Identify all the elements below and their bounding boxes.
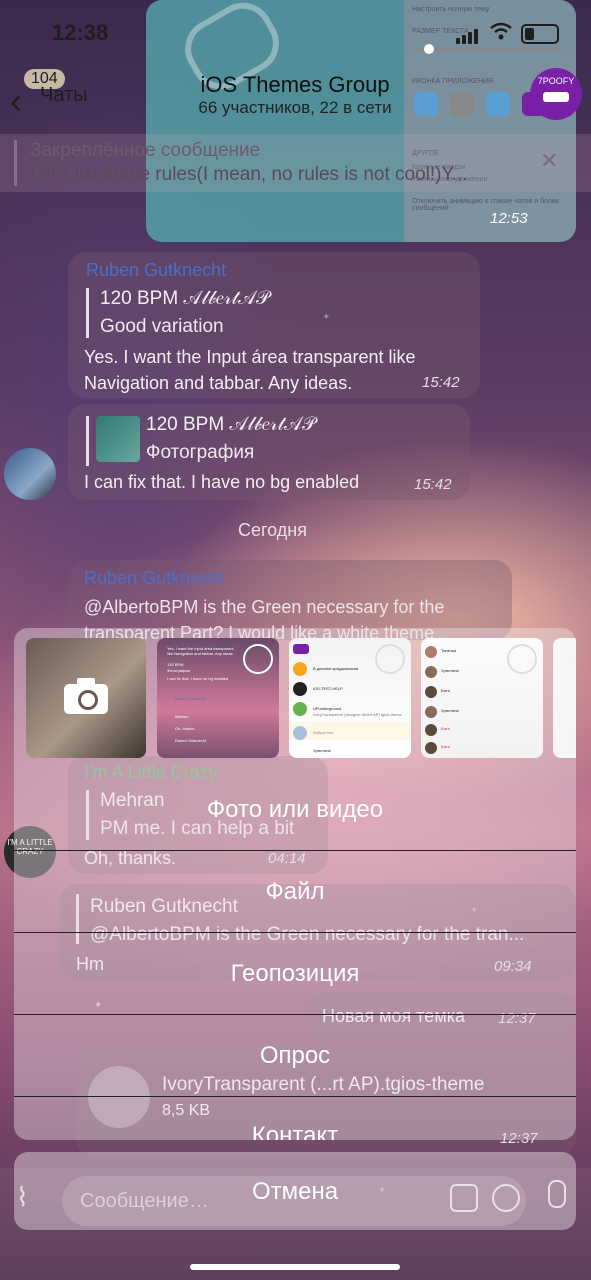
thumb-text: Ruben Gutknecht	[175, 738, 207, 743]
thumb-text: В десятке краудсмонков	[313, 666, 359, 671]
thumb-text: Христина	[441, 668, 459, 673]
back-button[interactable]: Чаты	[40, 84, 88, 107]
settings-line: Отключить анимацию в списке чатов и блок…	[412, 198, 559, 212]
thumb-avatar	[425, 706, 437, 718]
media-thumbnail[interactable]	[553, 638, 576, 758]
thumb-avatar	[293, 662, 307, 676]
chat-subtitle: 66 участников, 22 в сети	[198, 98, 392, 117]
thumb-text: Ruben Gutknecht	[175, 696, 207, 701]
chat-header: ‹ 104 Чаты iOS Themes Group 66 участнико…	[0, 64, 591, 134]
message-bubble[interactable]: Ruben Gutknecht 120 BPM 𝒜𝓁𝒷𝑒𝓇𝓉𝒜𝒫 Good va…	[68, 252, 480, 398]
pinned-message[interactable]: Закреплённое сообщение Let’s list some r…	[0, 134, 591, 192]
thumb-text: Батя	[441, 744, 450, 749]
message-text: Yes. I want the Input área transparent l…	[84, 347, 416, 393]
reply-bar	[86, 416, 89, 466]
media-thumbnail[interactable]: Тянечка Христина Батя Христина Батя Батя	[421, 638, 543, 758]
reply-title: 120 BPM 𝒜𝓁𝒷𝑒𝓇𝓉𝒜𝒫	[146, 414, 316, 435]
signal-icon	[456, 26, 480, 44]
media-thumbnail[interactable]: В десятке краудсмонков iOS-TEST-HELP UPu…	[289, 638, 411, 758]
select-circle[interactable]	[375, 644, 405, 674]
divider	[14, 850, 576, 851]
thumb-text: Oh, thanks.	[175, 726, 196, 731]
date-separator: Сегодня	[238, 520, 307, 540]
select-circle[interactable]	[507, 644, 537, 674]
thumb-text: IvoryTransparent (designer Albert AP) tg…	[313, 712, 402, 717]
wifi-icon	[489, 22, 513, 45]
status-bar: 12:38	[0, 0, 591, 64]
reply-text: Фотография	[146, 442, 255, 463]
status-time: 12:38	[52, 20, 109, 45]
thumb-text: Батя	[441, 688, 450, 693]
thumb-text: Фотография	[167, 668, 190, 673]
thumb-avatar	[293, 644, 309, 654]
reply-photo-thumbnail	[96, 416, 140, 462]
home-indicator	[190, 1264, 400, 1270]
avatar[interactable]	[4, 448, 56, 500]
thumb-text: 120 BPM	[167, 662, 184, 667]
message-time: 15:42	[422, 374, 460, 391]
thumb-text: Батя	[441, 726, 450, 731]
divider	[14, 932, 576, 933]
divider	[14, 1014, 576, 1015]
group-avatar[interactable]: 7POOFY	[530, 68, 582, 120]
media-thumbnail[interactable]: Yes. I want the Input área transparent l…	[157, 638, 279, 758]
message-bubble[interactable]: 120 BPM 𝒜𝓁𝒷𝑒𝓇𝓉𝒜𝒫 Фотография I can fix th…	[68, 404, 470, 500]
message-text: I can fix that. I have no bg enabled	[84, 472, 360, 492]
message-time: 12:53	[490, 210, 528, 227]
thumb-text: Yes. I want the Input área transparent l…	[167, 646, 234, 656]
contact-option[interactable]: Контакт	[14, 1122, 576, 1140]
thumb-avatar	[293, 702, 307, 716]
battery-icon	[521, 24, 559, 44]
thumb-avatar	[425, 646, 437, 658]
pinned-text: Let’s list some rules(I mean, no rules i…	[30, 164, 468, 185]
camera-tile[interactable]	[26, 638, 146, 758]
thumb-text: iOS-TEST-HELP	[313, 686, 343, 691]
message-sender[interactable]: Ruben Gutknecht	[86, 260, 226, 281]
thumb-avatar	[425, 724, 437, 736]
reply-bar	[86, 288, 89, 338]
reply-title: 120 BPM 𝒜𝓁𝒷𝑒𝓇𝓉𝒜𝒫	[100, 288, 270, 309]
cancel-label: Отмена	[251, 1178, 339, 1205]
photo-or-video-option[interactable]: Фото или видео	[14, 796, 576, 824]
thumb-text: I can fix that. I have no bg enabled	[167, 676, 229, 681]
poll-option[interactable]: Опрос	[14, 1042, 576, 1070]
thumb-avatar	[425, 666, 437, 678]
recent-media-strip: Yes. I want the Input área transparent l…	[26, 638, 576, 758]
message-sender[interactable]: Ruben Gutknecht	[84, 568, 224, 589]
thumb-avatar	[425, 742, 437, 754]
pinned-accent-bar	[14, 140, 17, 186]
file-option[interactable]: Файл	[14, 878, 576, 906]
thumb-text: Христина	[313, 748, 331, 753]
location-option[interactable]: Геопозиция	[14, 960, 576, 988]
chat-title[interactable]: iOS Themes Group	[140, 72, 450, 98]
close-pinned-icon[interactable]: ✕	[540, 148, 558, 174]
thumb-text: Тянечка	[441, 648, 456, 653]
divider	[14, 1096, 576, 1097]
select-circle[interactable]	[243, 644, 273, 674]
thumb-avatar	[293, 682, 307, 696]
reply-text: Good variation	[100, 316, 224, 337]
thumb-text: UPunderground	[313, 706, 342, 711]
attachment-sheet: Yes. I want the Input área transparent l…	[14, 628, 576, 1140]
thumb-highlight	[289, 722, 411, 740]
thumb-text: Mehran	[175, 714, 189, 719]
thumb-text: Христина	[441, 708, 459, 713]
cancel-button[interactable]: Отмена	[14, 1152, 576, 1230]
thumb-avatar	[425, 686, 437, 698]
camera-icon	[64, 678, 108, 714]
group-avatar-text: 7POOFY	[537, 76, 575, 86]
back-chevron-icon[interactable]: ‹	[10, 80, 22, 122]
message-time: 15:42	[414, 476, 452, 493]
pinned-title: Закреплённое сообщение	[30, 140, 261, 161]
